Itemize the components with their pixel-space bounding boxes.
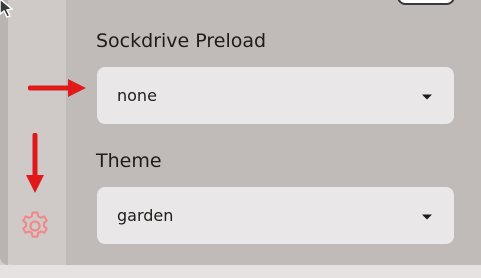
- sockdrive-preload-label: Sockdrive Preload: [96, 30, 267, 52]
- chevron-down-icon: [422, 214, 432, 219]
- gear-icon[interactable]: [18, 209, 52, 243]
- chevron-down-icon: [422, 94, 432, 99]
- bottom-edge: [0, 265, 481, 278]
- theme-select[interactable]: garden: [97, 187, 454, 244]
- toggle-switch[interactable]: [397, 0, 455, 5]
- red-arrow-icon: [26, 133, 44, 193]
- sockdrive-preload-value: none: [117, 86, 157, 105]
- sidebar-edge: [0, 0, 8, 265]
- theme-label: Theme: [96, 150, 162, 172]
- theme-value: garden: [117, 206, 174, 225]
- red-arrow-icon: [28, 79, 86, 97]
- pointer-cursor-icon: [0, 0, 14, 18]
- sockdrive-preload-select[interactable]: none: [97, 67, 454, 124]
